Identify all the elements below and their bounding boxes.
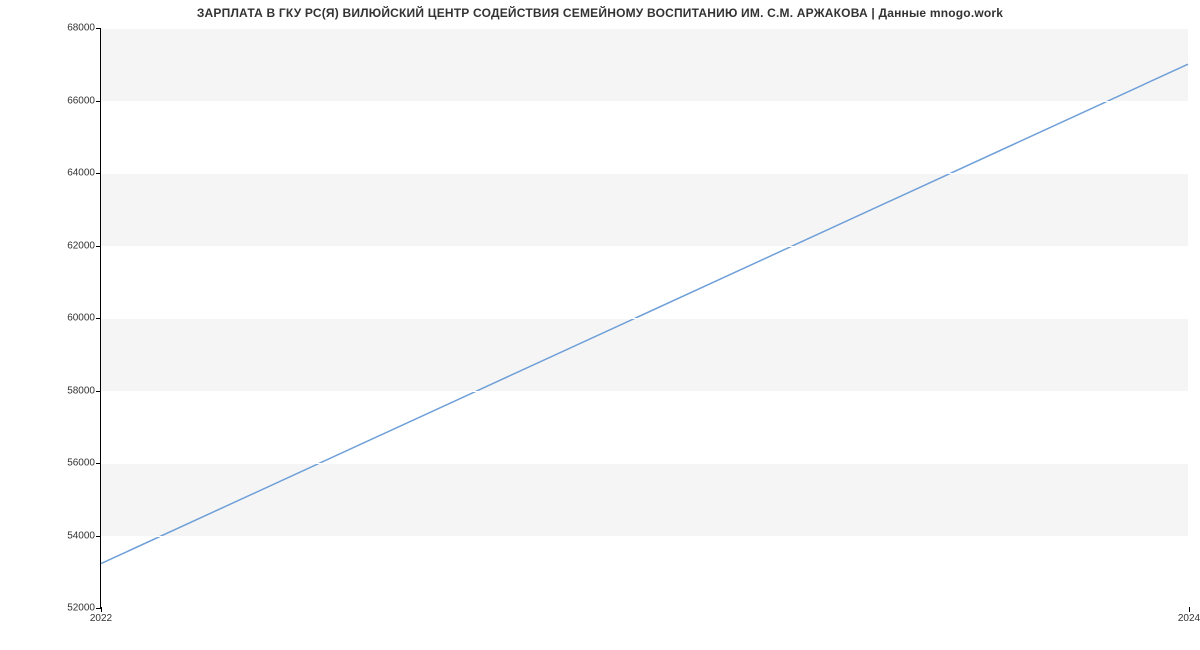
- y-gridline: [101, 318, 1188, 319]
- y-tick-label: 66000: [67, 95, 95, 106]
- y-tick-label: 64000: [67, 168, 95, 179]
- y-gridline: [101, 246, 1188, 247]
- x-tick-mark: [1189, 607, 1190, 612]
- x-tick-label: 2024: [1178, 613, 1200, 624]
- y-gridline: [101, 536, 1188, 537]
- plot-area: 5200054000560005800060000620006400066000…: [100, 28, 1188, 608]
- y-gridline: [101, 28, 1188, 29]
- chart-container: ЗАРПЛАТА В ГКУ РС(Я) ВИЛЮЙСКИЙ ЦЕНТР СОД…: [0, 0, 1200, 650]
- y-tick-label: 54000: [67, 530, 95, 541]
- y-tick-label: 52000: [67, 603, 95, 614]
- x-tick-mark: [101, 607, 102, 612]
- chart-title: ЗАРПЛАТА В ГКУ РС(Я) ВИЛЮЙСКИЙ ЦЕНТР СОД…: [0, 6, 1200, 20]
- y-gridline: [101, 173, 1188, 174]
- series-line: [101, 64, 1188, 563]
- y-tick-label: 60000: [67, 313, 95, 324]
- y-gridline: [101, 463, 1188, 464]
- y-gridline: [101, 608, 1188, 609]
- y-tick-label: 62000: [67, 240, 95, 251]
- y-tick-label: 68000: [67, 23, 95, 34]
- y-tick-label: 58000: [67, 385, 95, 396]
- y-gridline: [101, 391, 1188, 392]
- y-tick-label: 56000: [67, 458, 95, 469]
- x-tick-label: 2022: [90, 613, 112, 624]
- y-gridline: [101, 101, 1188, 102]
